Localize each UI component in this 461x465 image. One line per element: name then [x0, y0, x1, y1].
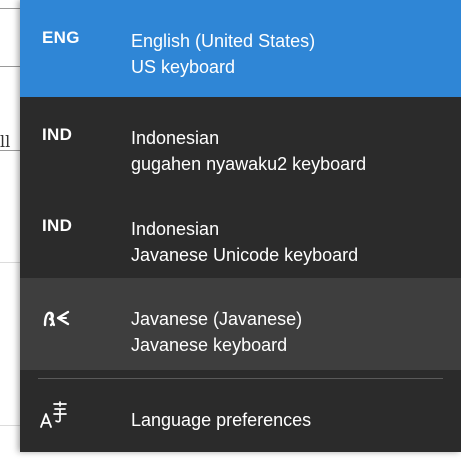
keyboard-name: Javanese Unicode keyboard [131, 245, 359, 265]
language-item-indonesian-javanese-unicode[interactable]: IND Indonesian Javanese Unicode keyboard [20, 188, 461, 278]
language-item-javanese[interactable]: Javanese (Javanese) Javanese keyboard [20, 278, 461, 370]
language-item-english-us[interactable]: ENG English (United States) US keyboard [20, 0, 461, 97]
language-text: Javanese (Javanese) Javanese keyboard [131, 306, 302, 358]
language-name: English (United States) [131, 31, 316, 51]
language-preferences-icon [40, 401, 67, 428]
language-text: Indonesian Javanese Unicode keyboard [131, 216, 358, 268]
language-text: Indonesian gugahen nyawaku2 keyboard [131, 125, 366, 177]
separator [38, 378, 443, 379]
background-text-line [0, 425, 20, 426]
javanese-script-icon [43, 310, 70, 327]
keyboard-name: gugahen nyawaku2 keyboard [131, 154, 367, 174]
language-code: IND [42, 216, 73, 235]
input-language-flyout: ENG English (United States) US keyboard … [20, 0, 461, 452]
language-preferences-item[interactable]: Language preferences [20, 380, 461, 452]
language-name: Indonesian [131, 128, 220, 148]
language-name: Javanese (Javanese) [131, 309, 303, 329]
language-code: IND [42, 125, 73, 144]
background-text-line [0, 66, 20, 67]
language-item-indonesian-gugahen[interactable]: IND Indonesian gugahen nyawaku2 keyboard [20, 97, 461, 188]
keyboard-name: Javanese keyboard [131, 335, 288, 355]
language-code: ENG [42, 28, 80, 47]
background-glyph: ll [0, 132, 11, 151]
keyboard-name: US keyboard [131, 57, 236, 77]
language-preferences-label: Language preferences [131, 410, 312, 430]
background-document: ll [0, 0, 20, 465]
language-name: Indonesian [131, 219, 220, 239]
background-text-line [0, 150, 20, 151]
screen: ll ENG English (United States) US keyboa… [0, 0, 461, 465]
language-text: English (United States) US keyboard [131, 28, 315, 80]
background-text-line [0, 8, 20, 9]
background-text-line [0, 262, 20, 263]
